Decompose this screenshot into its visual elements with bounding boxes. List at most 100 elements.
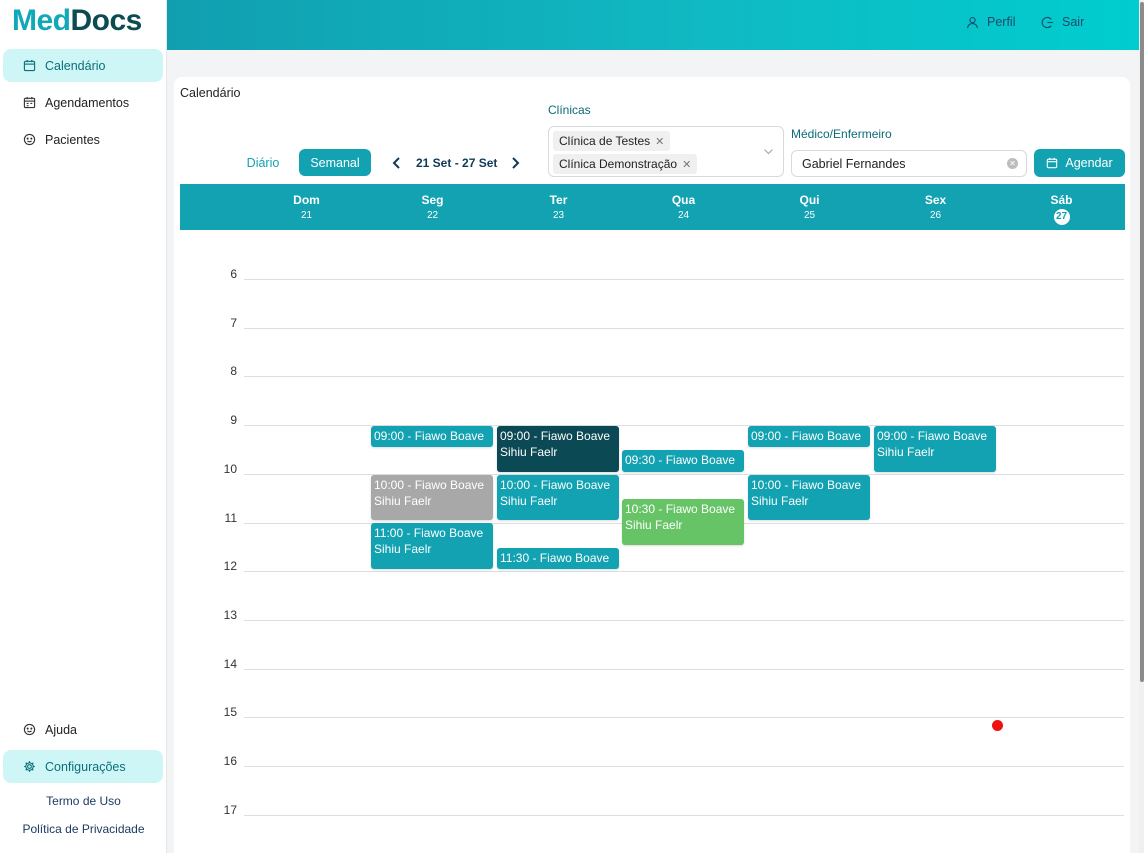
view-weekly-button[interactable]: Semanal bbox=[299, 149, 371, 176]
appointment-event[interactable]: 11:30 - Fiawo Boave bbox=[497, 547, 619, 570]
logout-label: Sair bbox=[1062, 15, 1085, 29]
current-time-indicator bbox=[992, 720, 1003, 731]
next-week-button[interactable] bbox=[507, 155, 523, 171]
profile-label: Perfil bbox=[987, 15, 1016, 29]
event-title: 09:00 - Fiawo Boave bbox=[500, 429, 611, 443]
appointment-event[interactable]: 11:00 - Fiawo Boave Sihiu Faelr bbox=[371, 523, 493, 570]
top-bar: Perfil Sair bbox=[167, 0, 1139, 50]
hour-label: 9 bbox=[230, 413, 237, 428]
sidebar-item-pacientes[interactable]: Pacientes bbox=[3, 123, 163, 156]
day-header-sáb[interactable]: Sáb 27 bbox=[999, 193, 1125, 225]
day-date: 26 bbox=[929, 210, 942, 221]
professional-select[interactable]: Gabriel Fernandes ✕ bbox=[791, 150, 1027, 177]
sidebar-item-label: Ajuda bbox=[45, 722, 77, 737]
day-name: Qua bbox=[671, 193, 696, 207]
event-title: 09:00 - Fiawo Boave bbox=[751, 429, 862, 443]
clinics-label: Clínicas bbox=[548, 103, 591, 117]
privacy-policy-link[interactable]: Política de Privacidade bbox=[0, 822, 167, 836]
event-subtitle: Sihiu Faelr bbox=[374, 493, 432, 508]
logo[interactable]: MedDocs bbox=[12, 4, 142, 38]
day-date: 22 bbox=[426, 210, 439, 221]
event-title: 09:00 - Fiawo Boave bbox=[374, 429, 485, 443]
prev-week-button[interactable] bbox=[389, 155, 405, 171]
day-name: Sáb bbox=[1050, 193, 1073, 207]
page-title: Calendário bbox=[180, 86, 241, 100]
page-scrollbar[interactable] bbox=[1139, 0, 1144, 853]
hour-line bbox=[244, 571, 1124, 573]
sidebar-item-configuracoes[interactable]: Configurações bbox=[3, 750, 163, 783]
appointment-event[interactable]: 09:00 - Fiawo Boave Sihiu Faelr bbox=[497, 426, 619, 472]
sidebar-item-ajuda[interactable]: Ajuda bbox=[3, 713, 163, 746]
event-title: 10:00 - Fiawo Boave bbox=[374, 477, 485, 492]
scrollbar-thumb[interactable] bbox=[1140, 2, 1144, 682]
appointment-event[interactable]: 09:00 - Fiawo Boave Sihiu Faelr bbox=[874, 426, 996, 472]
sidebar-item-label: Configurações bbox=[45, 759, 126, 774]
calendar-list-icon bbox=[22, 96, 36, 110]
day-header-seg[interactable]: Seg 22 bbox=[370, 193, 496, 221]
hour-label: 15 bbox=[223, 705, 237, 720]
hour-label: 13 bbox=[223, 607, 237, 622]
professional-value: Gabriel Fernandes bbox=[802, 156, 906, 171]
event-title: 10:00 - Fiawo Boave bbox=[500, 477, 611, 492]
day-date: 27 bbox=[999, 207, 1125, 225]
view-daily-button[interactable]: Diário bbox=[236, 150, 290, 176]
event-subtitle: Sihiu Faelr bbox=[625, 518, 683, 533]
event-subtitle: Sihiu Faelr bbox=[500, 493, 558, 508]
day-header-dom[interactable]: Dom 21 bbox=[244, 193, 370, 221]
appointment-event[interactable]: 10:00 - Fiawo Boave Sihiu Faelr bbox=[748, 474, 870, 521]
day-name: Qui bbox=[799, 193, 820, 207]
chevron-down-icon[interactable] bbox=[763, 146, 774, 157]
profile-link[interactable]: Perfil bbox=[966, 15, 1015, 29]
day-date: 25 bbox=[803, 210, 816, 221]
day-header-qui[interactable]: Qui 25 bbox=[747, 193, 873, 221]
appointment-event[interactable]: 10:00 - Fiawo Boave Sihiu Faelr bbox=[371, 474, 493, 521]
logo-text-med: Med bbox=[12, 4, 71, 37]
hour-line bbox=[244, 766, 1124, 767]
event-subtitle: Sihiu Faelr bbox=[751, 493, 809, 508]
clear-icon[interactable]: ✕ bbox=[1007, 158, 1018, 169]
calendar-header: Dom 21 Seg 22 Ter 23 Qua 24 Qui 25 Sex 26 Sáb 27 bbox=[180, 184, 1125, 230]
gear-icon bbox=[22, 760, 36, 774]
hour-label: 17 bbox=[223, 802, 237, 817]
day-header-qua[interactable]: Qua 24 bbox=[621, 193, 747, 221]
sidebar-item-agendamentos[interactable]: Agendamentos bbox=[3, 86, 163, 119]
appointment-event[interactable]: 10:30 - Fiawo Boave Sihiu Faelr bbox=[622, 499, 744, 545]
day-date: 23 bbox=[552, 210, 565, 221]
hour-line bbox=[244, 376, 1124, 378]
event-title: 09:30 - Fiawo Boave bbox=[625, 453, 736, 468]
appointment-event[interactable]: 09:30 - Fiawo Boave bbox=[622, 450, 744, 472]
day-date: 24 bbox=[677, 210, 690, 221]
logout-link[interactable]: Sair bbox=[1041, 15, 1084, 29]
schedule-button[interactable]: Agendar bbox=[1034, 149, 1125, 177]
appointment-event[interactable]: 10:00 - Fiawo Boave Sihiu Faelr bbox=[497, 474, 619, 521]
sidebar-item-label: Pacientes bbox=[45, 132, 100, 147]
event-subtitle: Sihiu Faelr bbox=[374, 542, 432, 557]
event-title: 10:00 - Fiawo Boave bbox=[751, 477, 862, 492]
schedule-button-label: Agendar bbox=[1065, 156, 1113, 170]
sidebar-item-label: Agendamentos bbox=[45, 95, 130, 110]
terms-link[interactable]: Termo de Uso bbox=[0, 794, 167, 808]
user-icon bbox=[967, 16, 978, 28]
clinic-tag-label: Clínica de Testes bbox=[559, 134, 651, 148]
sidebar-item-label: Calendário bbox=[45, 58, 106, 73]
clinics-select[interactable]: Clínica de Testes ✕ Clínica Demonstração… bbox=[548, 126, 784, 177]
day-name: Seg bbox=[421, 193, 444, 207]
close-icon[interactable]: ✕ bbox=[655, 135, 664, 148]
hour-label: 6 bbox=[230, 267, 237, 281]
day-date: 21 bbox=[300, 210, 313, 221]
calendar-icon bbox=[22, 59, 36, 73]
hour-label: 16 bbox=[223, 754, 237, 768]
appointment-event[interactable]: 09:00 - Fiawo Boave bbox=[371, 426, 493, 448]
clinic-tag: Clínica de Testes ✕ bbox=[553, 131, 671, 151]
hour-label: 10 bbox=[223, 461, 237, 476]
close-icon[interactable]: ✕ bbox=[682, 158, 691, 171]
smile-icon bbox=[22, 723, 36, 737]
event-subtitle: Sihiu Faelr bbox=[500, 445, 558, 459]
day-header-sex[interactable]: Sex 26 bbox=[873, 193, 999, 221]
hour-label: 11 bbox=[224, 510, 237, 525]
hour-label: 14 bbox=[223, 656, 237, 671]
event-title: 10:30 - Fiawo Boave bbox=[625, 502, 736, 517]
day-header-ter[interactable]: Ter 23 bbox=[496, 193, 622, 221]
sidebar-item-calendario[interactable]: Calendário bbox=[3, 49, 163, 82]
appointment-event[interactable]: 09:00 - Fiawo Boave bbox=[748, 426, 870, 448]
